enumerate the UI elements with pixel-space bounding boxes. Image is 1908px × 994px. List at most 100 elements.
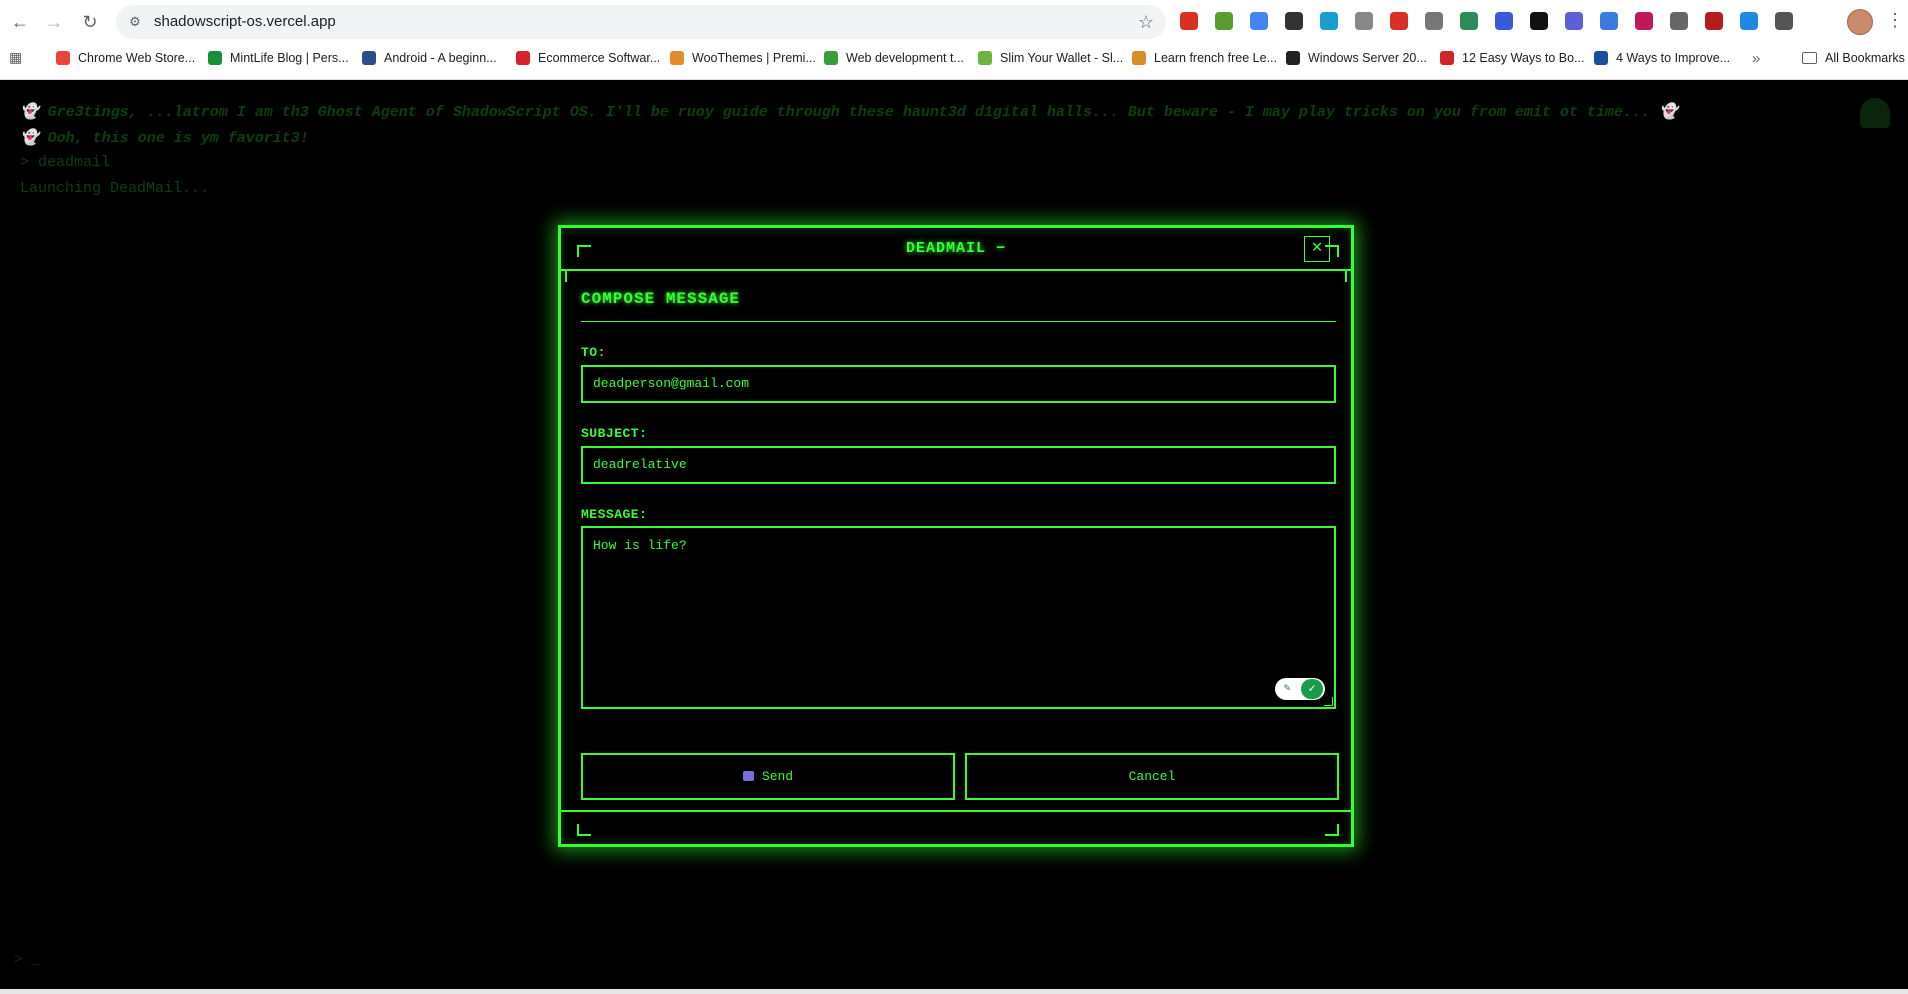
- bookmark-label: Chrome Web Store...: [78, 51, 196, 65]
- bookmarks-overflow-button[interactable]: »: [1752, 48, 1760, 68]
- extension-icon[interactable]: [1740, 12, 1758, 30]
- corner-decoration: [1325, 824, 1339, 836]
- to-label: TO:: [581, 345, 606, 360]
- bookmark-item[interactable]: 4 Ways to Improve...: [1594, 48, 1730, 68]
- all-bookmarks-label: All Bookmarks: [1825, 51, 1905, 65]
- message-label: MESSAGE:: [581, 507, 648, 522]
- corner-decoration: [577, 245, 591, 257]
- corner-decoration: [1325, 245, 1339, 257]
- message-textarea-value: How is life?: [593, 538, 687, 553]
- subject-input[interactable]: deadrelative: [581, 446, 1336, 484]
- modal-header: DEADMAIL − ✕: [561, 228, 1351, 271]
- bookmark-label: Web development t...: [846, 51, 964, 65]
- bookmark-label: MintLife Blog | Pers...: [230, 51, 349, 65]
- subject-label: SUBJECT:: [581, 426, 648, 441]
- extension-icon[interactable]: [1705, 12, 1723, 30]
- terminal-line-favorite: 👻 Ooh, this one is ym favorit3!: [20, 130, 309, 147]
- ghost-icon: [1860, 98, 1890, 128]
- bookmark-favicon-icon: [208, 51, 222, 65]
- bookmark-item[interactable]: Learn french free Le...: [1132, 48, 1277, 68]
- terminal-line-launching: Launching DeadMail...: [20, 180, 210, 197]
- bookmark-label: WooThemes | Premi...: [692, 51, 816, 65]
- bookmark-favicon-icon: [362, 51, 376, 65]
- forward-icon[interactable]: →: [42, 10, 66, 34]
- bookmark-label: Slim Your Wallet - Sl...: [1000, 51, 1124, 65]
- apps-grid-icon[interactable]: ▦: [9, 49, 25, 65]
- send-button-label: Send: [761, 769, 794, 784]
- bookmark-item[interactable]: Slim Your Wallet - Sl...: [978, 48, 1123, 68]
- send-button[interactable]: Send: [581, 753, 955, 800]
- extension-icon[interactable]: [1670, 12, 1688, 30]
- edge-decoration: [565, 270, 567, 282]
- bookmark-label: 12 Easy Ways to Bo...: [1462, 51, 1585, 65]
- bookmark-favicon-icon: [1440, 51, 1454, 65]
- url-text[interactable]: shadowscript-os.vercel.app: [154, 13, 336, 31]
- terminal-line-command: > deadmail: [20, 154, 111, 171]
- cancel-button-label: Cancel: [1128, 769, 1176, 784]
- edge-decoration: [1345, 270, 1347, 282]
- bookmark-favicon-icon: [1286, 51, 1300, 65]
- heading-divider: [581, 321, 1336, 322]
- bookmark-item[interactable]: Ecommerce Softwar...: [516, 48, 660, 68]
- bookmark-item[interactable]: Android - A beginn...: [362, 48, 497, 68]
- browser-menu-icon[interactable]: ⋮: [1886, 8, 1904, 32]
- browser-chrome: ← → ↻ ⚙ shadowscript-os.vercel.app ☆ ⋮ ▦…: [0, 0, 1908, 80]
- bookmark-label: Android - A beginn...: [384, 51, 497, 65]
- modal-title: DEADMAIL −: [905, 240, 1006, 257]
- to-input[interactable]: deadperson@gmail.com: [581, 365, 1336, 403]
- folder-icon: [1802, 52, 1817, 64]
- bookmark-favicon-icon: [516, 51, 530, 65]
- bookmark-item[interactable]: Web development t...: [824, 48, 964, 68]
- bookmark-favicon-icon: [824, 51, 838, 65]
- compose-heading: COMPOSE MESSAGE: [581, 290, 741, 308]
- extension-icon[interactable]: [1250, 12, 1268, 30]
- address-bar[interactable]: ⚙ shadowscript-os.vercel.app ☆: [116, 5, 1166, 39]
- extension-icon[interactable]: [1320, 12, 1338, 30]
- bookmark-label: Ecommerce Softwar...: [538, 51, 661, 65]
- to-input-value: deadperson@gmail.com: [593, 376, 750, 391]
- bookmarks-bar: ▦ Chrome Web Store... MintLife Blog | Per…: [0, 46, 1908, 70]
- bookmark-label: 4 Ways to Improve...: [1616, 51, 1731, 65]
- subject-input-value: deadrelative: [593, 457, 687, 472]
- bookmark-favicon-icon: [670, 51, 684, 65]
- extension-icon[interactable]: [1390, 12, 1408, 30]
- message-textarea[interactable]: How is life? ✎ ✓: [581, 526, 1336, 709]
- all-bookmarks-button[interactable]: All Bookmarks: [1802, 48, 1905, 68]
- bookmark-item[interactable]: MintLife Blog | Pers...: [208, 48, 349, 68]
- cancel-button[interactable]: Cancel: [965, 753, 1339, 800]
- extension-icon[interactable]: [1215, 12, 1233, 30]
- extension-icon[interactable]: [1495, 12, 1513, 30]
- bookmark-favicon-icon: [1594, 51, 1608, 65]
- extension-icon[interactable]: [1285, 12, 1303, 30]
- extension-icon[interactable]: [1635, 12, 1653, 30]
- bookmark-item[interactable]: WooThemes | Premi...: [670, 48, 816, 68]
- bookmark-item[interactable]: Chrome Web Store...: [56, 48, 195, 68]
- reload-icon[interactable]: ↻: [78, 10, 102, 34]
- bookmark-star-icon[interactable]: ☆: [1138, 11, 1154, 33]
- extension-icon[interactable]: [1530, 12, 1548, 30]
- profile-avatar[interactable]: [1847, 9, 1873, 35]
- bookmark-item[interactable]: 12 Easy Ways to Bo...: [1440, 48, 1585, 68]
- extension-icon[interactable]: [1180, 12, 1198, 30]
- bookmark-favicon-icon: [56, 51, 70, 65]
- terminal-line-greeting: 👻 Gre3tings, ...latrom I am th3 Ghost Ag…: [20, 104, 1678, 121]
- extension-icon[interactable]: [1355, 12, 1373, 30]
- checkmark-icon[interactable]: ✓: [1301, 679, 1323, 699]
- extension-icon[interactable]: [1775, 12, 1793, 30]
- resize-handle-icon[interactable]: [1324, 697, 1333, 706]
- extension-icon[interactable]: [1600, 12, 1618, 30]
- extension-icon[interactable]: [1565, 12, 1583, 30]
- extension-icon[interactable]: [1460, 12, 1478, 30]
- extension-icon[interactable]: [1425, 12, 1443, 30]
- feather-icon[interactable]: ✎: [1279, 681, 1295, 697]
- deadmail-window: DEADMAIL − ✕ COMPOSE MESSAGE TO: deadper…: [558, 225, 1354, 847]
- window-bottom-edge: [0, 989, 1908, 994]
- back-icon[interactable]: ←: [8, 10, 32, 34]
- grammar-checker-widget[interactable]: ✎ ✓: [1275, 678, 1325, 700]
- site-settings-icon[interactable]: ⚙: [126, 13, 144, 31]
- bookmark-item[interactable]: Windows Server 20...: [1286, 48, 1427, 68]
- mailbox-icon: [742, 771, 754, 781]
- bookmark-favicon-icon: [1132, 51, 1146, 65]
- bookmark-label: Windows Server 20...: [1308, 51, 1427, 65]
- terminal-prompt[interactable]: > _: [14, 952, 39, 968]
